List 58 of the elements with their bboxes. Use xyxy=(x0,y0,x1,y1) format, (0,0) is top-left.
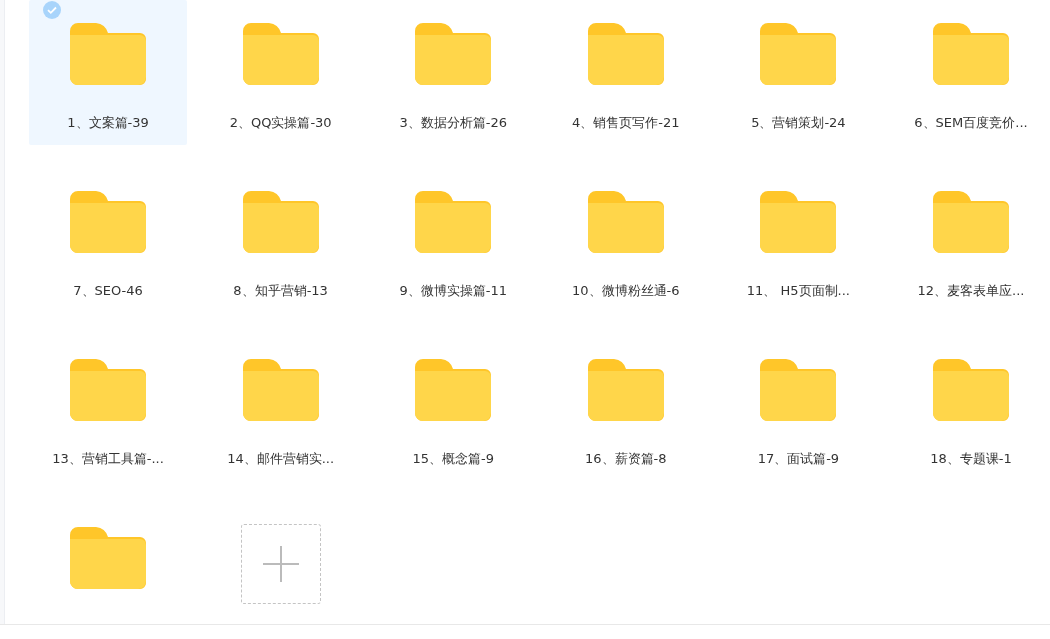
folder-name: 7、SEO-46 xyxy=(73,282,143,300)
file-tile[interactable]: 9、微博实操篇-11 xyxy=(374,168,533,313)
file-tile[interactable]: 7、SEO-46 xyxy=(29,168,188,313)
file-tile[interactable]: 10、微博粉丝通-6 xyxy=(546,168,705,313)
folder-icon xyxy=(70,23,147,85)
file-tile[interactable]: 1、文案篇-39 xyxy=(29,0,188,145)
folder-name: 14、邮件营销实... xyxy=(227,450,335,468)
folder-name: 1、文案篇-39 xyxy=(67,114,149,132)
file-tile[interactable]: 11、 H5页面制... xyxy=(719,168,878,313)
upload-tile[interactable] xyxy=(240,524,321,604)
folder-icon xyxy=(242,23,319,85)
folder-name: 10、微博粉丝通-6 xyxy=(572,282,680,300)
folder-icon xyxy=(760,359,837,421)
check-icon xyxy=(43,1,62,19)
folder-icon xyxy=(70,359,147,421)
folder-icon xyxy=(70,191,147,253)
folder-name: 8、知乎营销-13 xyxy=(233,282,328,300)
folder-icon xyxy=(587,23,664,85)
folder-icon xyxy=(242,191,319,253)
folder-name: 13、营销工具篇-... xyxy=(52,450,164,468)
folder-name: 18、专题课-1 xyxy=(930,450,1012,468)
folder-icon xyxy=(415,23,492,85)
folder-icon xyxy=(70,527,147,589)
folder-icon xyxy=(587,191,664,253)
file-tile[interactable]: 15、概念篇-9 xyxy=(374,336,533,481)
plus-icon xyxy=(262,546,299,582)
folder-icon xyxy=(933,23,1009,85)
file-tile[interactable]: 4、销售页写作-21 xyxy=(546,0,705,145)
folder-name: 15、概念篇-9 xyxy=(412,450,494,468)
folder-icon xyxy=(760,191,837,253)
folder-name: 16、薪资篇-8 xyxy=(585,450,667,468)
folder-name: 6、SEM百度竞价... xyxy=(914,114,1028,132)
folder-name: 17、面试篇-9 xyxy=(757,450,840,468)
file-tile[interactable]: 14、邮件营销实... xyxy=(201,336,360,481)
file-tile[interactable]: 12、麦客表单应... xyxy=(892,168,1050,313)
folder-icon xyxy=(587,359,664,421)
file-tile[interactable]: 13、营销工具篇-... xyxy=(29,336,188,481)
folder-name: 11、 H5页面制... xyxy=(746,282,850,300)
file-tile[interactable]: 5、营销策划-24 xyxy=(719,0,878,145)
folder-icon xyxy=(933,359,1009,421)
file-tile[interactable]: 2、QQ实操篇-30 xyxy=(201,0,360,145)
folder-name: 4、销售页写作-21 xyxy=(572,114,680,132)
folder-name: 3、数据分析篇-26 xyxy=(399,114,507,132)
file-tile[interactable]: 8、知乎营销-13 xyxy=(201,168,360,313)
folder-name: 5、营销策划-24 xyxy=(751,114,846,132)
folder-icon xyxy=(415,359,492,421)
file-tile[interactable]: 18、专题课-1 xyxy=(892,336,1050,481)
folder-name: 2、QQ实操篇-30 xyxy=(229,114,332,132)
file-tile[interactable]: 3、数据分析篇-26 xyxy=(374,0,533,145)
file-tile[interactable]: 17、面试篇-9 xyxy=(719,336,878,481)
file-tile[interactable]: 6、SEM百度竞价... xyxy=(892,0,1050,145)
folder-name: 9、微博实操篇-11 xyxy=(399,282,507,300)
folder-icon xyxy=(242,359,319,421)
folder-name: 12、麦客表单应... xyxy=(917,282,1025,300)
file-tile[interactable]: 16、薪资篇-8 xyxy=(546,336,705,481)
folder-icon xyxy=(760,23,837,85)
folder-icon xyxy=(415,191,492,253)
folder-icon xyxy=(933,191,1009,253)
